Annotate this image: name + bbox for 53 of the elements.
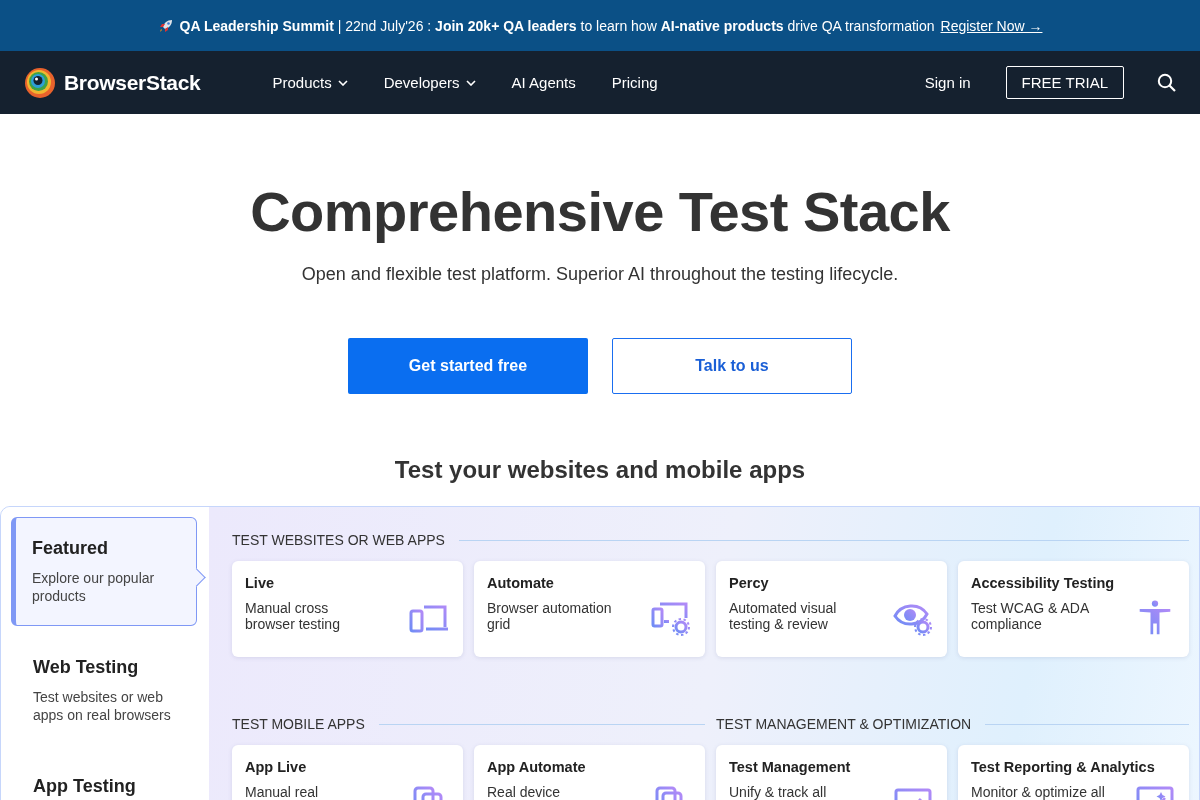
category-title: Featured (32, 538, 110, 559)
banner-text: QA Leadership Summit | 22nd July'26 : Join 20k+ QA leaders to learn how AI-native products drive QA transformation (179, 17, 935, 34)
group-heading: TEST MANAGEMENT & OPTIMIZATION (716, 716, 972, 732)
product-title: App Automate (487, 759, 587, 775)
product-description: Real device (487, 784, 561, 800)
rocket-icon (157, 17, 174, 34)
category-title: App Testing (33, 776, 137, 797)
product-title: App Live (245, 759, 308, 775)
nav-menu-item[interactable]: AI Agents (511, 74, 576, 91)
product-description: Manual real (245, 784, 319, 800)
device-gear-icon (651, 600, 691, 636)
logo-icon (24, 66, 56, 99)
product-card[interactable]: App Automate Real device (474, 745, 705, 800)
product-description: Test WCAG & ADA compliance (971, 600, 1090, 632)
product-title: Accessibility Testing (971, 575, 1116, 591)
group-heading: TEST WEBSITES OR WEB APPS (232, 532, 445, 548)
product-card[interactable]: Accessibility Testing Test WCAG & ADA compliance (958, 561, 1189, 657)
product-description: Automated visual testing & review (729, 600, 838, 632)
get-started-button[interactable]: Get started free (348, 338, 588, 394)
product-title: Automate (487, 575, 555, 591)
product-card[interactable]: App Live Manual real (232, 745, 463, 800)
free-trial-button[interactable]: FREE TRIAL (1005, 66, 1124, 99)
product-card[interactable]: Percy Automated visual testing & review (716, 561, 947, 657)
category-description: Test websites or web apps on real browsers (33, 688, 172, 724)
product-description: Manual cross browser testing (245, 600, 341, 632)
product-description: Browser automation grid (487, 600, 613, 632)
product-description: Monitor & optimize all (971, 784, 1105, 800)
sign-in-link[interactable]: Sign in (924, 74, 971, 91)
category-tab[interactable]: App Testing (11, 755, 197, 800)
product-card[interactable]: Live Manual cross browser testing (232, 561, 463, 657)
category-description: Explore our popular products (32, 569, 156, 605)
brand-name: BrowserStack (64, 70, 201, 95)
register-link[interactable]: Register Now → (940, 17, 1043, 34)
product-card[interactable]: Test Reporting & Analytics Monitor & optimize all (958, 745, 1189, 800)
hero-subtitle: Open and flexible test platform. Superior AI throughout the testing lifecycle. (301, 264, 899, 285)
product-title: Test Reporting & Analytics (971, 759, 1156, 775)
category-tab[interactable]: Featured Explore our popular products (11, 517, 197, 626)
category-title: Web Testing (33, 657, 140, 678)
search-icon[interactable] (1157, 73, 1176, 92)
group-heading: TEST MOBILE APPS (232, 716, 365, 732)
hero-title: Comprehensive Test Stack (250, 179, 950, 244)
category-tab[interactable]: Web Testing Test websites or web apps on real browsers (11, 636, 197, 745)
product-card[interactable]: Test Management Unify & track all (716, 745, 947, 800)
product-description: Unify & track all (729, 784, 827, 800)
product-title: Percy (729, 575, 770, 591)
product-title: Live (245, 575, 275, 591)
talk-to-us-button[interactable]: Talk to us (612, 338, 852, 394)
nav-menu-item[interactable]: Products (272, 74, 348, 91)
product-title: Test Management (729, 759, 852, 775)
product-card[interactable]: Automate Browser automation grid (474, 561, 705, 657)
section-title: Test your websites and mobile apps (393, 456, 807, 484)
nav-menu-item[interactable]: Pricing (611, 74, 658, 91)
nav-menu-item[interactable]: Developers (383, 74, 476, 91)
